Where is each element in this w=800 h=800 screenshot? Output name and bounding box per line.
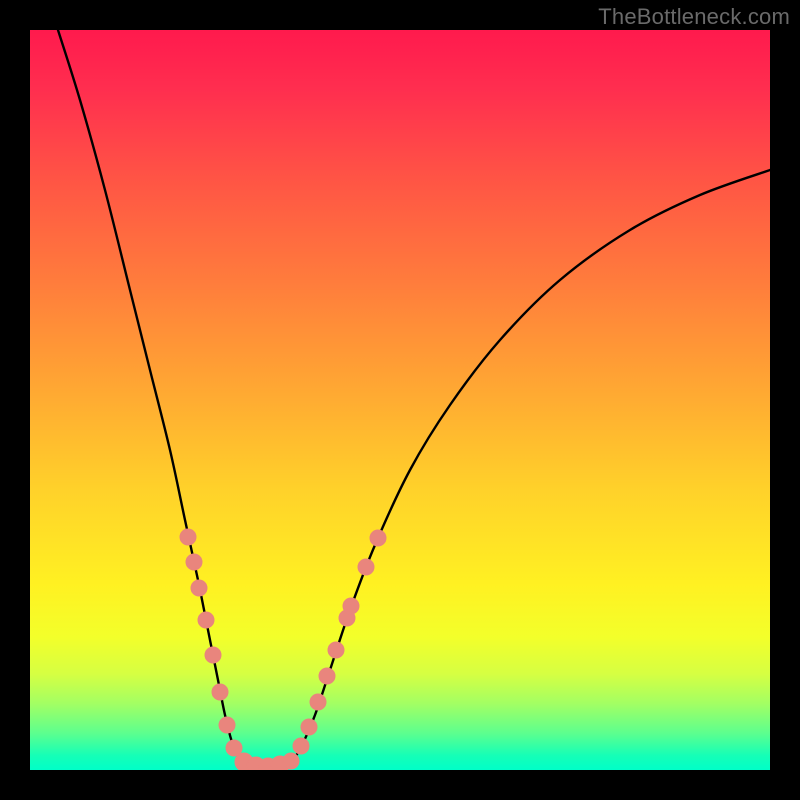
plot-area bbox=[30, 30, 770, 770]
chart-frame: TheBottleneck.com bbox=[0, 0, 800, 800]
data-marker bbox=[370, 530, 386, 546]
data-marker bbox=[212, 684, 228, 700]
data-marker bbox=[328, 642, 344, 658]
watermark-text: TheBottleneck.com bbox=[598, 4, 790, 30]
data-marker bbox=[180, 529, 196, 545]
data-marker bbox=[293, 738, 309, 754]
data-markers bbox=[180, 529, 386, 770]
data-marker bbox=[310, 694, 326, 710]
data-marker bbox=[343, 598, 359, 614]
data-marker bbox=[191, 580, 207, 596]
data-marker bbox=[219, 717, 235, 733]
data-marker bbox=[358, 559, 374, 575]
data-marker bbox=[319, 668, 335, 684]
data-marker bbox=[283, 753, 299, 769]
data-marker bbox=[205, 647, 221, 663]
data-marker bbox=[301, 719, 317, 735]
curve-svg bbox=[30, 30, 770, 770]
data-marker bbox=[198, 612, 214, 628]
data-marker bbox=[186, 554, 202, 570]
bottleneck-curve bbox=[58, 30, 770, 767]
